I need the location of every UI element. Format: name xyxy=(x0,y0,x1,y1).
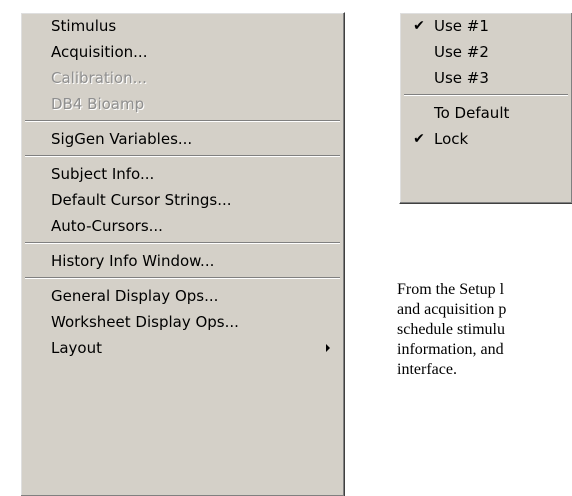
menu-item-lock[interactable]: ✔ Lock xyxy=(400,126,572,152)
menu-item-label: Use #3 xyxy=(434,69,489,87)
menu-item-history-info-window[interactable]: History Info Window... xyxy=(21,248,344,274)
menu-item-default-cursor-strings[interactable]: Default Cursor Strings... xyxy=(21,187,344,213)
menu-item-label: Subject Info... xyxy=(51,165,155,183)
submenu-arrow-icon xyxy=(326,344,330,352)
checkmark-icon: ✔ xyxy=(413,131,425,147)
caption-line: and acquisition p xyxy=(397,301,507,318)
menu-item-siggen-variables[interactable]: SigGen Variables... xyxy=(21,126,344,152)
menu-item-label: Lock xyxy=(434,130,469,148)
menu-item-acquisition[interactable]: Acquisition... xyxy=(21,39,344,65)
menu-item-label: Calibration... xyxy=(51,69,147,87)
menu-separator xyxy=(21,117,344,126)
menu-separator xyxy=(21,152,344,161)
menu-item-label: Acquisition... xyxy=(51,43,148,61)
menu-item-label: Default Cursor Strings... xyxy=(51,191,232,209)
menu-item-label: Layout xyxy=(51,339,102,357)
menu-item-use-2[interactable]: Use #2 xyxy=(400,39,572,65)
caption-line: interface. xyxy=(397,361,457,378)
menu-item-use-1[interactable]: ✔ Use #1 xyxy=(400,13,572,39)
menu-item-label: DB4 Bioamp xyxy=(51,95,145,113)
caption-line: schedule stimulu xyxy=(397,321,505,338)
menu-item-label: Stimulus xyxy=(51,17,117,35)
caption-text: From the Setup l and acquisition p sched… xyxy=(397,280,572,380)
menu-item-label: Use #1 xyxy=(434,17,489,35)
checkmark-icon: ✔ xyxy=(413,18,425,34)
menu-item-calibration: Calibration... xyxy=(21,65,344,91)
menu-separator xyxy=(400,91,572,100)
menu-item-label: History Info Window... xyxy=(51,252,215,270)
menu-item-label: Use #2 xyxy=(434,43,489,61)
use-menu: ✔ Use #1 Use #2 Use #3 To Default ✔ Lock xyxy=(399,12,572,204)
menu-item-label: Auto-Cursors... xyxy=(51,217,163,235)
menu-item-use-3[interactable]: Use #3 xyxy=(400,65,572,91)
setup-menu: Stimulus Acquisition... Calibration... D… xyxy=(20,12,345,496)
menu-item-db4-bioamp: DB4 Bioamp xyxy=(21,91,344,117)
caption-line: From the Setup l xyxy=(397,281,505,298)
menu-item-auto-cursors[interactable]: Auto-Cursors... xyxy=(21,213,344,239)
menu-separator xyxy=(21,239,344,248)
menu-item-worksheet-display-ops[interactable]: Worksheet Display Ops... xyxy=(21,309,344,335)
menu-item-subject-info[interactable]: Subject Info... xyxy=(21,161,344,187)
menu-item-to-default[interactable]: To Default xyxy=(400,100,572,126)
caption-line: information, and xyxy=(397,341,504,358)
menu-item-stimulus[interactable]: Stimulus xyxy=(21,13,344,39)
menu-item-label: To Default xyxy=(434,104,510,122)
menu-item-layout[interactable]: Layout xyxy=(21,335,344,361)
menu-item-label: General Display Ops... xyxy=(51,287,219,305)
menu-item-label: SigGen Variables... xyxy=(51,130,193,148)
menu-separator xyxy=(21,274,344,283)
menu-item-label: Worksheet Display Ops... xyxy=(51,313,239,331)
menu-item-general-display-ops[interactable]: General Display Ops... xyxy=(21,283,344,309)
